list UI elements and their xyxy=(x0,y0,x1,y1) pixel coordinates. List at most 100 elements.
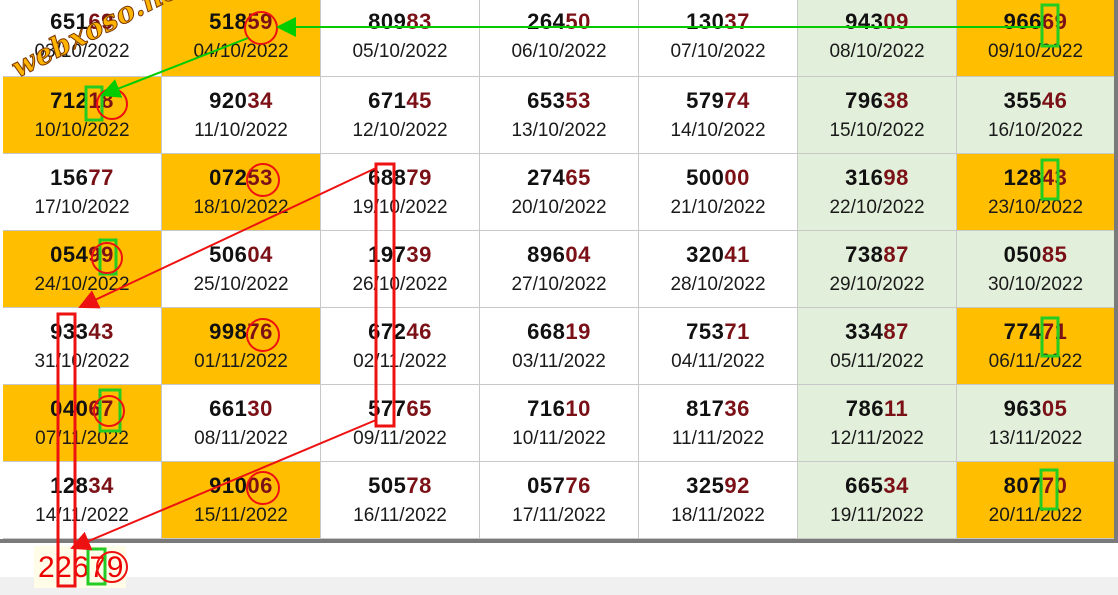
result-cell: 50000 21/10/2022 xyxy=(639,154,798,231)
number-last-two: 41 xyxy=(724,241,750,267)
number-last-two: 43 xyxy=(88,318,114,344)
number-last-two: 59 xyxy=(247,9,273,34)
result-cell: 96669 09/10/2022 xyxy=(957,0,1115,77)
result-cell: 94309 08/10/2022 xyxy=(798,0,957,77)
draw-date: 10/11/2022 xyxy=(512,427,606,449)
draw-number: 05776 xyxy=(527,473,591,499)
draw-number: 91006 xyxy=(209,473,273,499)
result-cell: 79638 15/10/2022 xyxy=(798,77,957,154)
draw-number: 67246 xyxy=(368,319,432,345)
number-prefix: 774 xyxy=(1003,318,1042,344)
number-prefix: 316 xyxy=(845,164,884,190)
result-cell: 35546 16/10/2022 xyxy=(957,77,1115,154)
predicted-result: 22679 xyxy=(38,551,124,584)
draw-date: 28/10/2022 xyxy=(670,273,766,295)
number-prefix: 966 xyxy=(1003,9,1042,34)
draw-number: 50578 xyxy=(368,473,432,499)
draw-date: 10/10/2022 xyxy=(34,119,130,141)
draw-number: 66130 xyxy=(209,396,273,422)
number-prefix: 817 xyxy=(686,395,725,421)
draw-number: 81736 xyxy=(686,396,750,422)
number-prefix: 156 xyxy=(50,164,89,190)
number-prefix: 577 xyxy=(368,395,407,421)
draw-number: 65353 xyxy=(527,88,591,114)
number-prefix: 796 xyxy=(845,87,884,113)
number-last-two: 34 xyxy=(88,472,114,498)
result-cell: 99876 01/11/2022 xyxy=(162,308,321,385)
draw-date: 04/10/2022 xyxy=(193,41,289,62)
draw-date: 14/10/2022 xyxy=(670,119,766,141)
draw-number: 89604 xyxy=(527,242,591,268)
number-last-two: 67 xyxy=(88,395,114,421)
number-last-two: 11 xyxy=(883,395,909,421)
draw-number: 07253 xyxy=(209,165,273,191)
number-last-two: 74 xyxy=(724,87,750,113)
draw-date: 16/10/2022 xyxy=(987,119,1084,141)
number-prefix: 325 xyxy=(686,472,725,498)
draw-date: 09/10/2022 xyxy=(987,41,1084,62)
draw-date: 17/11/2022 xyxy=(512,504,606,526)
draw-number: 96669 xyxy=(1004,9,1068,35)
result-cell: 15677 17/10/2022 xyxy=(3,154,162,231)
number-prefix: 661 xyxy=(209,395,248,421)
number-last-two: 85 xyxy=(1041,241,1068,267)
number-last-two: 30 xyxy=(247,395,273,421)
number-prefix: 963 xyxy=(1003,395,1042,421)
number-last-two: 71 xyxy=(724,318,750,344)
draw-number: 92034 xyxy=(209,88,273,114)
draw-date: 11/10/2022 xyxy=(194,119,288,141)
draw-number: 04067 xyxy=(50,396,114,422)
result-cell: 67145 12/10/2022 xyxy=(321,77,480,154)
result-cell: 71610 10/11/2022 xyxy=(480,385,639,462)
number-last-two: 34 xyxy=(247,87,273,113)
number-prefix: 653 xyxy=(527,87,566,113)
result-cell: 05499 24/10/2022 xyxy=(3,231,162,308)
number-last-two: 53 xyxy=(247,164,273,190)
draw-number: 80770 xyxy=(1004,473,1068,499)
draw-date: 27/10/2022 xyxy=(511,273,607,295)
draw-date: 23/10/2022 xyxy=(987,196,1084,218)
draw-number: 15677 xyxy=(50,165,114,191)
draw-date: 24/10/2022 xyxy=(34,273,130,295)
draw-number: 57765 xyxy=(368,396,432,422)
number-prefix: 500 xyxy=(686,164,725,190)
number-last-two: 79 xyxy=(406,164,432,190)
draw-number: 05085 xyxy=(1004,242,1068,268)
draw-date: 18/10/2022 xyxy=(193,196,289,218)
draw-number: 05499 xyxy=(50,242,114,268)
number-last-two: 53 xyxy=(565,87,591,113)
result-cell: 12843 23/10/2022 xyxy=(957,154,1115,231)
number-last-two: 46 xyxy=(406,318,432,344)
draw-number: 73887 xyxy=(845,242,909,268)
draw-number: 50000 xyxy=(686,165,750,191)
result-cell: 73887 29/10/2022 xyxy=(798,231,957,308)
number-prefix: 355 xyxy=(1003,87,1042,113)
result-cell: 65353 13/10/2022 xyxy=(480,77,639,154)
number-last-two: 06 xyxy=(247,472,273,498)
draw-date: 15/10/2022 xyxy=(829,119,925,141)
result-cell: 50604 25/10/2022 xyxy=(162,231,321,308)
number-last-two: 36 xyxy=(724,395,750,421)
draw-number: 57974 xyxy=(686,88,750,114)
number-prefix: 807 xyxy=(1003,472,1042,498)
draw-date: 04/11/2022 xyxy=(671,350,765,372)
number-last-two: 18 xyxy=(88,87,114,113)
number-last-two: 04 xyxy=(565,241,591,267)
result-cell: 04067 07/11/2022 xyxy=(3,385,162,462)
number-prefix: 197 xyxy=(368,241,407,267)
number-prefix: 579 xyxy=(686,87,725,113)
number-prefix: 320 xyxy=(686,241,725,267)
draw-number: 26450 xyxy=(527,9,591,35)
draw-number: 99876 xyxy=(209,319,273,345)
number-prefix: 128 xyxy=(50,472,89,498)
number-prefix: 040 xyxy=(50,395,89,421)
draw-date: 30/10/2022 xyxy=(987,273,1084,295)
number-last-two: 45 xyxy=(406,87,432,113)
draw-date: 22/10/2022 xyxy=(829,196,925,218)
number-prefix: 665 xyxy=(845,472,884,498)
draw-date: 19/11/2022 xyxy=(830,504,924,526)
number-prefix: 671 xyxy=(368,87,407,113)
result-cell: 80983 05/10/2022 xyxy=(321,0,480,77)
number-prefix: 054 xyxy=(50,241,89,267)
result-cell: 75371 04/11/2022 xyxy=(639,308,798,385)
